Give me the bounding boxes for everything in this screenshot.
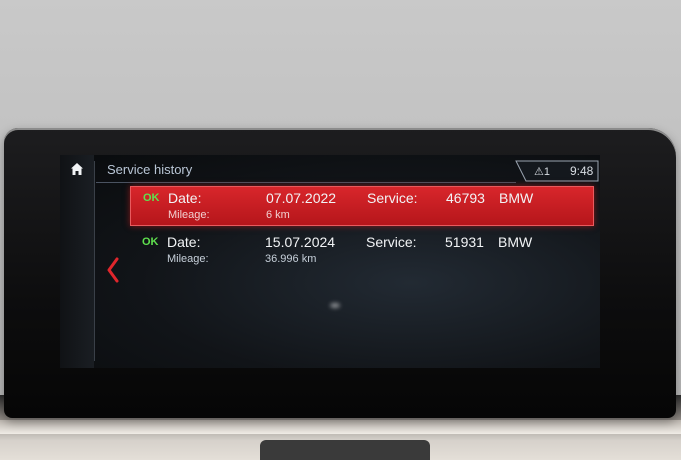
warning-indicator[interactable]: ⚠1 [534, 165, 550, 178]
header-bar: Service history ⚠1 9:48 [96, 160, 600, 182]
service-label: Service: [366, 234, 417, 250]
home-icon[interactable] [70, 162, 84, 176]
rail-divider [94, 161, 95, 361]
date-label: Date: [168, 190, 202, 206]
date-value: 07.07.2022 [266, 190, 337, 206]
status-tab: ⚠1 9:48 [514, 160, 600, 182]
mileage-label: Mileage: [167, 253, 209, 265]
warning-triangle-icon: ⚠ [534, 166, 544, 178]
mileage-value: 6 km [266, 209, 290, 221]
brand-value: BMW [498, 234, 533, 250]
header-divider [96, 182, 516, 183]
clock: 9:48 [570, 164, 594, 178]
service-label: Service: [367, 190, 418, 206]
side-rail [60, 155, 95, 368]
chevron-left-icon[interactable] [106, 257, 120, 283]
warning-count: 1 [543, 166, 550, 178]
service-number: 51931 [445, 234, 484, 250]
page-title: Service history [107, 162, 193, 177]
mileage-value: 36.996 km [265, 253, 317, 265]
service-entry[interactable]: OK Date: 15.07.2024 Service: 51931 BMW M… [130, 231, 592, 269]
infotainment-screen: Service history ⚠1 9:48 OK Date: 07.07.2… [60, 155, 600, 368]
dashboard-strip [0, 420, 681, 434]
photo-scene: Service history ⚠1 9:48 OK Date: 07.07.2… [0, 0, 681, 460]
status-ok-badge: OK [142, 236, 159, 248]
mileage-label: Mileage: [168, 209, 210, 221]
date-label: Date: [167, 234, 201, 250]
screen-glare [330, 303, 340, 308]
date-value: 15.07.2024 [265, 234, 336, 250]
service-number: 46793 [446, 190, 485, 206]
brand-value: BMW [499, 190, 534, 206]
status-ok-badge: OK [143, 192, 160, 204]
service-entry[interactable]: OK Date: 07.07.2022 Service: 46793 BMW M… [130, 186, 594, 226]
dashboard-vent [260, 440, 430, 460]
